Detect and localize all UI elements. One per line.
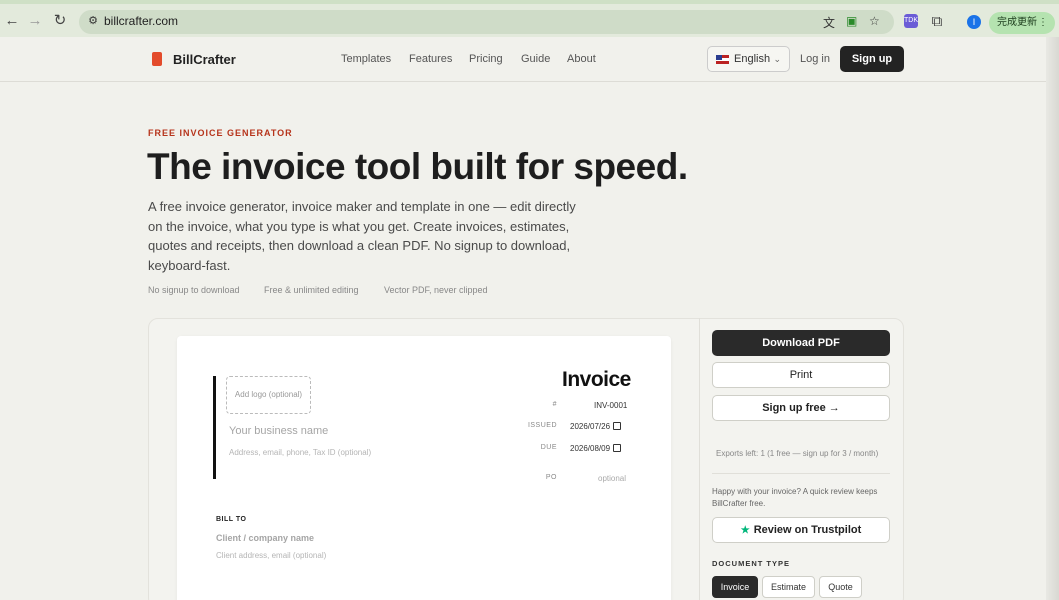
- translate-icon[interactable]: 文: [823, 14, 835, 31]
- po-field[interactable]: optional: [598, 474, 626, 483]
- po-label: PO: [545, 474, 557, 481]
- site-info-icon[interactable]: ⚙: [86, 14, 100, 28]
- nav-templates[interactable]: Templates: [341, 53, 391, 65]
- forward-icon[interactable]: →: [26, 12, 44, 30]
- invoice-title[interactable]: Invoice: [562, 368, 631, 392]
- nav-features[interactable]: Features: [409, 53, 452, 65]
- brand-icon[interactable]: [152, 52, 162, 66]
- invoice-accent-bar: [213, 376, 216, 479]
- install-icon[interactable]: ▣: [846, 14, 857, 28]
- site-header: BillCrafter Templates Features Pricing G…: [0, 37, 1059, 82]
- puzzle-icon[interactable]: ⧉: [928, 13, 946, 31]
- avatar[interactable]: I: [967, 15, 981, 29]
- client-name-field[interactable]: Client / company name: [216, 533, 314, 543]
- calendar-icon[interactable]: [613, 422, 622, 430]
- nav-guide[interactable]: Guide: [521, 53, 550, 65]
- issued-date-value: 2026/07/26: [570, 422, 611, 431]
- doc-type-quote[interactable]: Quote: [819, 576, 862, 598]
- business-name-field[interactable]: Your business name: [229, 425, 328, 437]
- bookmark-star-icon[interactable]: ☆: [869, 14, 880, 28]
- feature-free-editing: Free & unlimited editing: [264, 285, 359, 295]
- due-label: DUE: [540, 444, 557, 451]
- panel-divider: [699, 318, 700, 600]
- update-button[interactable]: 完成更新 ⋮: [989, 12, 1055, 34]
- calendar-icon[interactable]: [613, 444, 622, 452]
- signup-free-button[interactable]: Sign up free →: [712, 395, 890, 421]
- print-button[interactable]: Print: [712, 362, 890, 388]
- document-type-label: DOCUMENT TYPE: [712, 559, 791, 568]
- back-icon[interactable]: ←: [3, 12, 21, 30]
- download-pdf-button[interactable]: Download PDF: [712, 330, 890, 356]
- trustpilot-review-label: Review on Trustpilot: [753, 524, 862, 536]
- doc-type-invoice[interactable]: Invoice: [712, 576, 758, 598]
- language-select[interactable]: English ⌄: [707, 46, 790, 72]
- nav-about[interactable]: About: [567, 53, 596, 65]
- login-link[interactable]: Log in: [800, 53, 830, 65]
- review-prompt: Happy with your invoice? A quick review …: [712, 487, 878, 508]
- window-edge: [1046, 37, 1059, 600]
- address-bar[interactable]: ⚙ billcrafter.com 文 ▣ ☆: [79, 10, 894, 34]
- bill-to-label: BILL TO: [216, 516, 247, 523]
- page-title: The invoice tool built for speed.: [147, 146, 688, 187]
- chevron-down-icon: ⌄: [773, 54, 781, 64]
- invoice-number-label: #: [552, 401, 557, 408]
- update-label: 完成更新: [997, 17, 1037, 28]
- extension-icon[interactable]: TDK: [904, 14, 918, 28]
- client-details-field[interactable]: Client address, email (optional): [216, 551, 326, 560]
- issued-label: ISSUED: [527, 422, 557, 429]
- hero-eyebrow: FREE INVOICE GENERATOR: [148, 128, 293, 138]
- brand-name[interactable]: BillCrafter: [173, 52, 236, 67]
- due-date-value: 2026/08/09: [570, 444, 611, 453]
- panel-separator: [712, 473, 890, 474]
- us-flag-icon: [716, 55, 729, 64]
- hero-description: A free invoice generator, invoice maker …: [148, 199, 576, 273]
- address-url[interactable]: billcrafter.com: [104, 14, 178, 28]
- invoice-number-field[interactable]: INV-0001: [594, 401, 627, 410]
- browser-toolbar: ← → ↻ ⚙ billcrafter.com 文 ▣ ☆ TDK ⧉ I 完成…: [0, 0, 1059, 37]
- trustpilot-star-icon: ★: [740, 525, 750, 536]
- language-label: English: [734, 53, 771, 65]
- trustpilot-review-button[interactable]: ★ Review on Trustpilot: [712, 517, 890, 543]
- exports-left-text: Exports left: 1 (1 free — sign up for 3 …: [716, 449, 879, 458]
- menu-dots-icon[interactable]: ⋮: [1038, 12, 1048, 34]
- reload-icon[interactable]: ↻: [51, 12, 69, 30]
- feature-no-signup: No signup to download: [148, 285, 240, 295]
- signup-button[interactable]: Sign up: [840, 46, 904, 72]
- add-logo-button[interactable]: Add logo (optional): [226, 376, 311, 414]
- doc-type-estimate[interactable]: Estimate: [762, 576, 815, 598]
- issued-date-field[interactable]: 2026/07/26: [570, 422, 622, 431]
- business-details-field[interactable]: Address, email, phone, Tax ID (optional): [229, 448, 371, 457]
- feature-vector-pdf: Vector PDF, never clipped: [384, 285, 488, 295]
- due-date-field[interactable]: 2026/08/09: [570, 444, 622, 453]
- nav-pricing[interactable]: Pricing: [469, 53, 503, 65]
